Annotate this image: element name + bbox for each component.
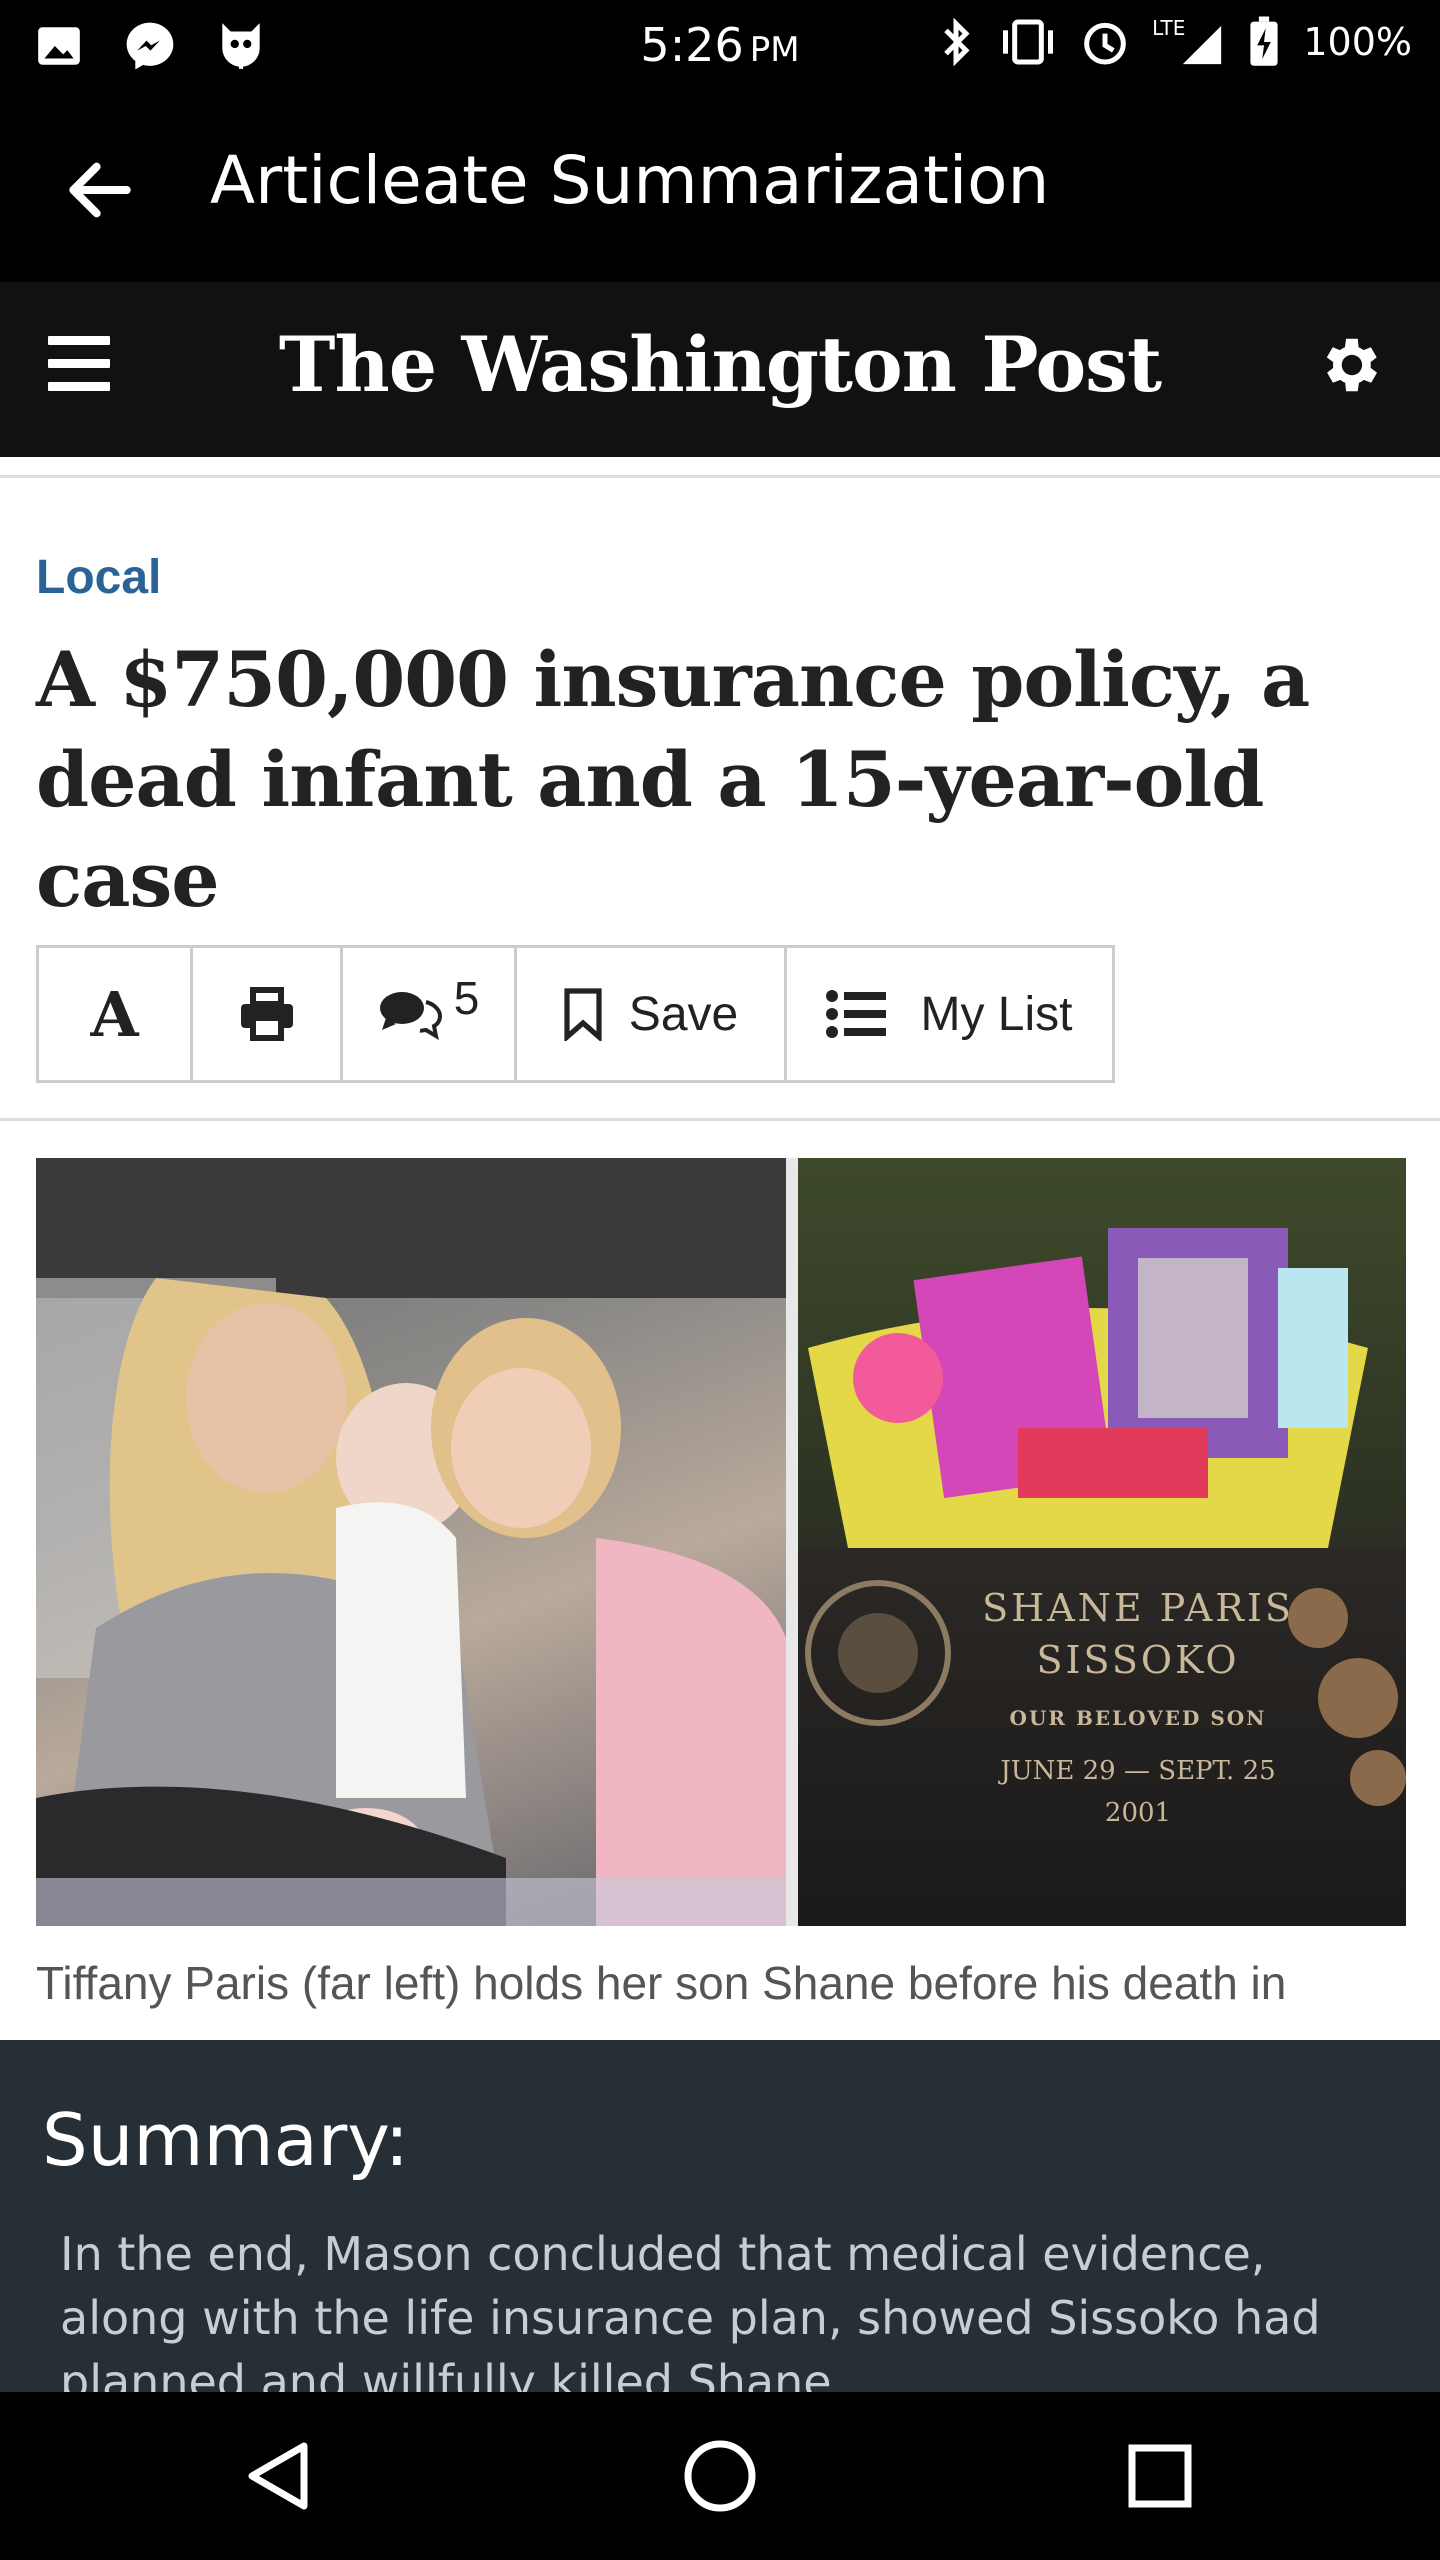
- font-size-label: A: [90, 977, 139, 1051]
- alarm-icon: [1084, 22, 1126, 65]
- plaque-year: 2001: [1104, 1798, 1172, 1828]
- nav-recents-icon[interactable]: [1120, 2436, 1200, 2516]
- bookmark-icon: [564, 988, 602, 1041]
- save-button[interactable]: Save: [517, 948, 787, 1080]
- bluetooth-icon: [944, 17, 970, 67]
- gear-icon[interactable]: [1314, 330, 1384, 400]
- article-photo[interactable]: SHANE PARIS SISSOKO OUR BELOVED SON JUNE…: [36, 1158, 1406, 1926]
- print-icon: [240, 987, 293, 1041]
- signal-icon: [1183, 25, 1222, 65]
- toolbar-divider: [0, 1118, 1440, 1121]
- photo-grave: SHANE PARIS SISSOKO OUR BELOVED SON JUNE…: [798, 1158, 1406, 1926]
- family-photo-illustration: [36, 1158, 786, 1926]
- clock-time: 5:26: [640, 18, 744, 72]
- font-size-button[interactable]: A: [39, 948, 193, 1080]
- summary-panel: Summary: In the end, Mason concluded tha…: [0, 2040, 1440, 2392]
- app-title: Articleate Summarization: [210, 142, 1050, 219]
- article-headline: A $750,000 insurance policy, a dead infa…: [36, 635, 1310, 924]
- back-arrow-icon[interactable]: [60, 150, 140, 230]
- nav-back-icon[interactable]: [240, 2436, 320, 2516]
- status-bar: 5:26 PM LTE 100%: [0, 0, 1440, 92]
- article-toolbar: A 5 Save My List: [36, 945, 1115, 1083]
- my-list-button[interactable]: My List: [787, 948, 1112, 1080]
- comments-icon: [379, 992, 442, 1040]
- comment-count: 5: [453, 972, 480, 1024]
- plaque-dates: JUNE 29 — SEPT. 25: [1000, 1756, 1276, 1786]
- photo-family: [36, 1158, 786, 1926]
- site-header: The Washington Post: [0, 282, 1440, 457]
- nav-home-icon[interactable]: [680, 2436, 760, 2516]
- easter-basket-illustration: [808, 1228, 1368, 1558]
- summary-title: Summary:: [42, 2098, 409, 2182]
- my-list-label: My List: [920, 987, 1073, 1041]
- photo-caption: Tiffany Paris (far left) holds her son S…: [36, 1957, 1287, 2009]
- list-icon: [826, 990, 887, 1038]
- summary-text: In the end, Mason concluded that medical…: [60, 2227, 1321, 2392]
- comments-button[interactable]: 5: [343, 948, 517, 1080]
- status-right-icons: LTE 100%: [936, 16, 1412, 68]
- section-kicker[interactable]: Local: [36, 550, 161, 605]
- plaque-name-1: SHANE PARIS: [982, 1586, 1294, 1630]
- grave-plaque: SHANE PARIS SISSOKO OUR BELOVED SON JUNE…: [798, 1548, 1406, 1926]
- print-button[interactable]: [193, 948, 343, 1080]
- system-nav-bar: [0, 2392, 1440, 2560]
- battery-charging-icon: [1250, 16, 1278, 66]
- app-bar: Articleate Summarization: [0, 92, 1440, 282]
- signal-group: LTE: [1152, 16, 1225, 68]
- photo-divider: [786, 1158, 798, 1926]
- battery-percent: 100%: [1303, 20, 1412, 64]
- vibrate-icon: [1003, 19, 1054, 65]
- clock-ampm: PM: [749, 30, 800, 70]
- save-label: Save: [628, 987, 739, 1041]
- header-divider: [0, 475, 1440, 478]
- plaque-epitaph: OUR BELOVED SON: [1009, 1706, 1267, 1730]
- site-logo[interactable]: The Washington Post: [0, 320, 1440, 409]
- plaque-name-2: SISSOKO: [1036, 1638, 1240, 1682]
